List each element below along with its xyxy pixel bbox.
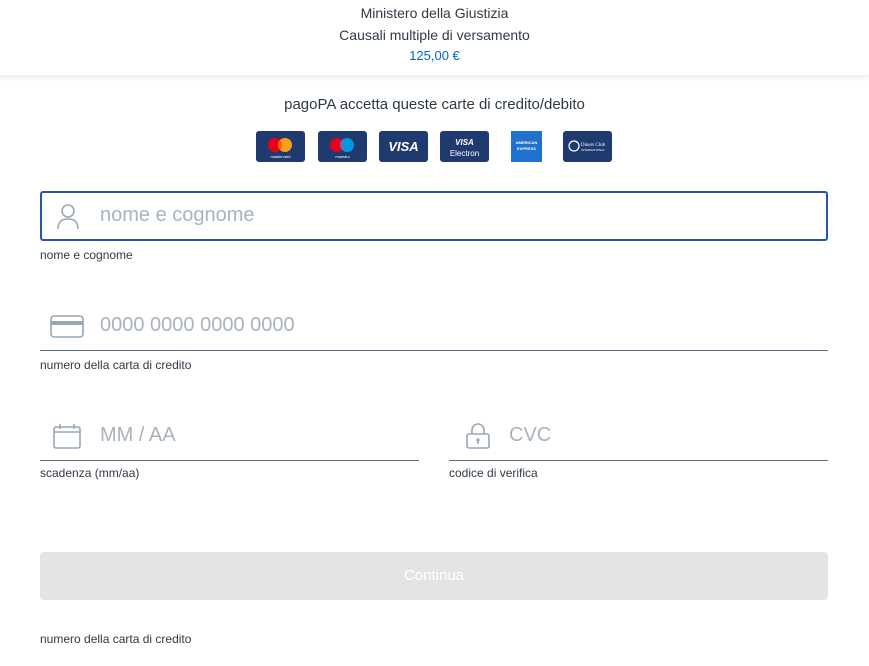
payment-header: Ministero della Giustizia Causali multip…	[0, 0, 869, 76]
visa-logo: VISA	[379, 131, 428, 162]
cvc-input[interactable]	[449, 411, 828, 461]
maestro-logo: maestro	[318, 131, 367, 162]
cvc-placeholder: CVC	[509, 424, 552, 446]
mastercard-logo: mastercard	[256, 131, 305, 162]
accepted-cards-title: pagoPA accetta queste carte di credito/d…	[284, 96, 585, 113]
card-number-placeholder: 0000 0000 0000 0000	[100, 314, 295, 336]
name-label: nome e cognome	[40, 248, 133, 262]
svg-text:EXPRESS: EXPRESS	[517, 146, 536, 151]
expiry-label: scadenza (mm/aa)	[40, 466, 140, 480]
expiry-placeholder: MM / AA	[100, 424, 176, 446]
error-footnote: numero della carta di credito	[40, 632, 192, 646]
cvc-label: codice di verifica	[449, 466, 538, 480]
amex-logo: AMERICAN EXPRESS	[502, 131, 551, 162]
payment-amount: 125,00 €	[409, 48, 460, 63]
svg-text:VISA: VISA	[455, 138, 474, 147]
calendar-icon	[53, 424, 81, 449]
visa-electron-logo: VISA Electron	[440, 131, 489, 162]
expiry-input[interactable]	[40, 411, 419, 461]
user-icon	[57, 204, 79, 230]
continue-button[interactable]: Continua	[40, 552, 828, 600]
svg-text:AMERICAN: AMERICAN	[516, 140, 538, 145]
svg-text:INTERNATIONAL: INTERNATIONAL	[581, 148, 605, 152]
payment-description: Causali multiple di versamento	[339, 27, 530, 43]
svg-text:maestro: maestro	[335, 154, 350, 159]
lock-icon	[466, 423, 490, 449]
svg-text:VISA: VISA	[388, 139, 418, 154]
organization-name: Ministero della Giustizia	[360, 5, 509, 21]
svg-text:mastercard: mastercard	[270, 154, 290, 159]
card-number-label: numero della carta di credito	[40, 358, 192, 372]
svg-text:Electron: Electron	[450, 149, 479, 158]
credit-card-icon	[50, 315, 84, 338]
name-placeholder: nome e cognome	[100, 204, 255, 226]
diners-club-logo: Diners Club INTERNATIONAL	[563, 131, 612, 162]
